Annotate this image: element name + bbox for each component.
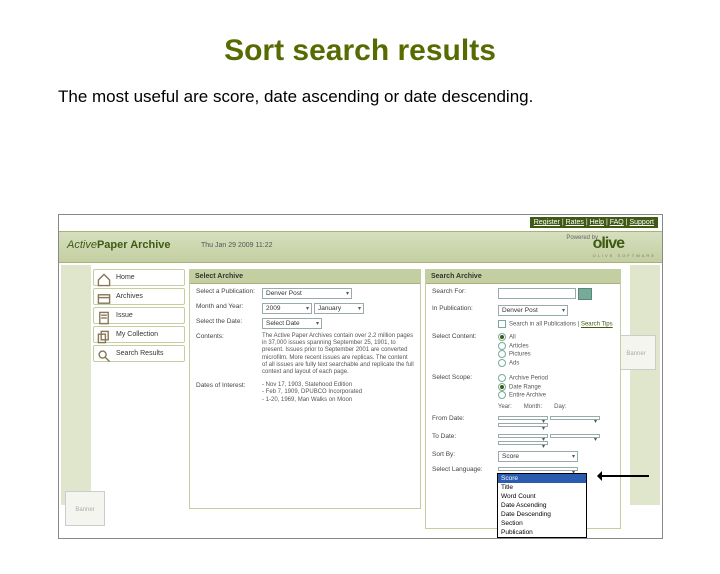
content-all-radio[interactable] <box>498 333 506 341</box>
sort-option-publication[interactable]: Publication <box>498 528 586 537</box>
content-articles-radio[interactable] <box>498 342 506 350</box>
radio-label: Articles <box>509 343 529 349</box>
year-col-label: Year: <box>498 404 512 411</box>
ad-rail-left <box>61 265 91 505</box>
month-select[interactable]: January <box>314 303 364 314</box>
in-publication-select[interactable]: Denver Post <box>498 305 568 316</box>
nav-my-collection[interactable]: My Collection <box>93 326 185 343</box>
content-ads-radio[interactable] <box>498 359 506 367</box>
dates-interest-list: - Nov 17, 1903, Statehood Edition - Feb … <box>262 382 414 404</box>
link-faq[interactable]: FAQ <box>610 219 624 226</box>
panel-header: Select Archive <box>190 270 420 284</box>
in-publication-label: In Publication: <box>432 305 498 316</box>
nav-label: Home <box>116 274 135 281</box>
app-window: Register | Rates | Help | FAQ | Support … <box>58 214 663 539</box>
radio-label: Ads <box>509 361 519 367</box>
search-go-button[interactable] <box>578 288 592 300</box>
sort-option-score[interactable]: Score <box>498 474 586 483</box>
search-tips-link[interactable]: Search Tips <box>581 322 613 328</box>
nav-home[interactable]: Home <box>93 269 185 286</box>
search-input[interactable] <box>498 288 576 299</box>
content-pictures-radio[interactable] <box>498 350 506 358</box>
brand-logo: ActivePaper Archive <box>67 239 171 251</box>
to-month-select[interactable] <box>550 434 600 438</box>
language-select[interactable] <box>498 467 578 471</box>
banner-placeholder-right: Banner <box>616 335 656 370</box>
date-select[interactable]: Select Date <box>262 318 322 329</box>
sort-option-title[interactable]: Title <box>498 483 586 492</box>
to-year-select[interactable] <box>498 434 548 438</box>
scope-date-range-radio[interactable] <box>498 383 506 391</box>
radio-label: All <box>509 334 516 340</box>
link-rates[interactable]: Rates <box>566 219 584 226</box>
banner-placeholder-left: Banner <box>65 491 105 526</box>
nav-archives[interactable]: Archives <box>93 288 185 305</box>
results-icon <box>97 349 111 363</box>
nav-label: Search Results <box>116 350 163 357</box>
sort-option-word-count[interactable]: Word Count <box>498 492 586 501</box>
olive-logo: oliveOLIVE SOFTWARE <box>593 235 656 258</box>
search-for-label: Search For: <box>432 288 498 301</box>
search-all-label: Search in all Publications <box>509 322 576 328</box>
sort-by-label: Sort By: <box>432 451 498 462</box>
annotation-arrow <box>599 475 649 477</box>
left-nav: Home Archives Issue My Collection Search… <box>93 269 185 364</box>
publication-label: Select a Publication: <box>196 288 262 299</box>
radio-label: Pictures <box>509 352 531 358</box>
archives-icon <box>97 292 111 306</box>
from-date-label: From Date: <box>432 415 498 429</box>
top-utility-links: Register | Rates | Help | FAQ | Support <box>530 217 658 228</box>
day-col-label: Day: <box>554 404 566 411</box>
nav-label: My Collection <box>116 331 158 338</box>
radio-label: Archive Period <box>509 375 548 381</box>
select-date-label: Select the Date: <box>196 318 262 329</box>
to-date-label: To Date: <box>432 433 498 447</box>
nav-label: Archives <box>116 293 143 300</box>
scope-archive-period-radio[interactable] <box>498 374 506 382</box>
header-band: ActivePaper Archive Thu Jan 29 2009 11:2… <box>59 231 662 263</box>
link-register[interactable]: Register <box>534 219 560 226</box>
link-help[interactable]: Help <box>590 219 604 226</box>
radio-label: Date Range <box>509 384 541 390</box>
sort-by-select[interactable]: Score <box>498 451 578 462</box>
slide-title: Sort search results <box>0 34 720 68</box>
search-all-checkbox[interactable] <box>498 320 506 328</box>
nav-label: Issue <box>116 312 133 319</box>
month-year-label: Month and Year: <box>196 303 262 314</box>
header-datetime: Thu Jan 29 2009 11:22 <box>201 242 272 249</box>
link-support[interactable]: Support <box>629 219 654 226</box>
sort-option-date-ascending[interactable]: Date Ascending <box>498 501 586 510</box>
to-day-select[interactable] <box>498 441 548 445</box>
issue-icon <box>97 311 111 325</box>
home-icon <box>97 273 111 287</box>
contents-label: Contents: <box>196 333 262 376</box>
slide-subtitle: The most useful are score, date ascendin… <box>58 86 662 108</box>
collection-icon <box>97 330 111 344</box>
sort-option-section[interactable]: Section <box>498 519 586 528</box>
radio-label: Entire Archive <box>509 393 546 399</box>
publication-select[interactable]: Denver Post <box>262 288 352 299</box>
contents-text: The Active Paper Archives contain over 2… <box>262 333 414 376</box>
select-scope-label: Select Scope: <box>432 374 498 400</box>
panel-header: Search Archive <box>426 270 620 284</box>
from-month-select[interactable] <box>550 416 600 420</box>
nav-issue[interactable]: Issue <box>93 307 185 324</box>
from-day-select[interactable] <box>498 423 548 427</box>
scope-entire-archive-radio[interactable] <box>498 391 506 399</box>
month-col-label: Month: <box>524 404 542 411</box>
ad-rail-right <box>630 265 660 505</box>
nav-search-results[interactable]: Search Results <box>93 345 185 362</box>
sort-option-date-descending[interactable]: Date Descending <box>498 510 586 519</box>
sort-by-dropdown-list[interactable]: Score Title Word Count Date Ascending Da… <box>497 473 587 538</box>
year-select[interactable]: 2009 <box>262 303 312 314</box>
dates-interest-label: Dates of Interest: <box>196 382 262 404</box>
select-language-label: Select Language: <box>432 466 498 473</box>
from-year-select[interactable] <box>498 416 548 420</box>
select-content-label: Select Content: <box>432 333 498 368</box>
select-archive-panel: Select Archive Select a Publication: Den… <box>189 269 421 509</box>
